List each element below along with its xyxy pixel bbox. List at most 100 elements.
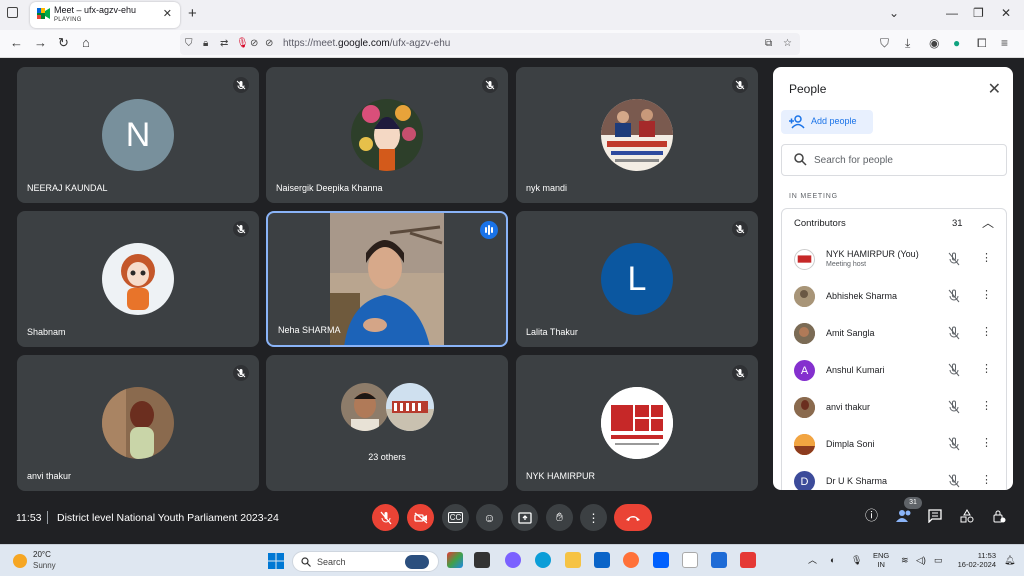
anydesk-icon[interactable] (740, 552, 756, 568)
tab-close-icon[interactable]: ✕ (163, 7, 172, 20)
teams-chat-icon[interactable] (505, 552, 521, 568)
battery-icon[interactable]: ▭ (934, 555, 943, 565)
edge-icon[interactable] (535, 552, 551, 568)
media-blocked-icon[interactable]: ⊘ (265, 38, 273, 49)
weather-condition[interactable]: Sunny (33, 561, 56, 570)
participant-tile[interactable]: nyk mandi (516, 67, 758, 203)
taskbar-search[interactable]: Search (292, 551, 439, 572)
forward-icon[interactable]: → (34, 36, 47, 50)
task-view-icon[interactable] (474, 552, 490, 568)
bookmark-star-icon[interactable]: ☆ (783, 38, 792, 49)
camera-toggle-button[interactable] (407, 504, 434, 531)
home-icon[interactable]: ⌂ (82, 36, 90, 50)
tray-overflow-icon[interactable]: ︿ (808, 555, 817, 565)
pocket-icon[interactable]: ⛉ (880, 37, 889, 49)
lock-icon[interactable]: 🔒︎ (203, 38, 208, 49)
back-icon[interactable]: ← (10, 36, 23, 50)
dropbox-icon[interactable] (653, 552, 669, 568)
camera-blocked-icon[interactable]: ⊘ (250, 38, 258, 49)
add-people-button[interactable]: Add people (781, 110, 873, 134)
participant-row[interactable]: D Dr U K Sharma ⋮ (782, 463, 1006, 490)
menu-icon[interactable]: ≡ (1001, 37, 1008, 49)
security-shield-icon[interactable] (711, 552, 727, 568)
participant-row[interactable]: NYK HAMIRPUR (You) Meeting host ⋮ (782, 241, 1006, 278)
participant-row[interactable]: anvi thakur ⋮ (782, 389, 1006, 426)
file-explorer-icon[interactable] (565, 552, 581, 568)
amazon-icon[interactable] (682, 552, 698, 568)
copilot-icon[interactable] (447, 552, 463, 568)
weather-temperature[interactable]: 20°C (33, 550, 51, 559)
participant-tile[interactable]: anvi thakur (17, 355, 259, 491)
picture-in-picture-icon[interactable]: ⧉ (765, 38, 772, 49)
search-people-input[interactable]: Search for people (781, 144, 1007, 176)
more-options-icon[interactable]: ⋮ (981, 325, 992, 338)
browser-tab-meet[interactable]: Meet – ufx-agzv-ehu PLAYING ✕ (30, 2, 180, 28)
present-button[interactable] (511, 504, 538, 531)
participant-tile[interactable]: Naisergik Deepika Khanna (266, 67, 508, 203)
muted-mic-icon[interactable] (948, 400, 960, 414)
muted-mic-icon[interactable] (948, 474, 960, 488)
participant-tile[interactable]: NYK HAMIRPUR (516, 355, 758, 491)
participant-tile-active-speaker[interactable]: Neha SHARMA (266, 211, 508, 347)
participant-tile[interactable]: L Lalita Thakur (516, 211, 758, 347)
more-options-icon[interactable]: ⋮ (981, 288, 992, 301)
wifi-icon[interactable]: ≋ (901, 555, 909, 565)
account-icon[interactable]: ◉ (929, 37, 939, 49)
microphone-tray-icon[interactable]: 🎙︎ (851, 555, 862, 565)
restore-icon[interactable]: ❐ (973, 6, 984, 20)
windows-start-icon[interactable] (268, 553, 284, 569)
shield-icon[interactable]: ⛉ (185, 38, 193, 49)
captions-button[interactable]: CC (442, 504, 469, 531)
tab-list-icon[interactable] (7, 7, 18, 18)
more-options-button[interactable]: ⋮ (580, 504, 607, 531)
more-options-icon[interactable]: ⋮ (981, 473, 992, 486)
raise-hand-button[interactable]: ✋︎ (546, 504, 573, 531)
firefox-icon[interactable] (623, 552, 639, 568)
participant-tile[interactable]: Shabnam (17, 211, 259, 347)
participant-row[interactable]: Amit Sangla ⋮ (782, 315, 1006, 352)
more-options-icon[interactable]: ⋮ (981, 251, 992, 264)
new-tab-icon[interactable]: + (188, 5, 197, 22)
downloads-icon[interactable]: ⤓ (905, 37, 910, 49)
others-tile[interactable]: 23 others (266, 355, 508, 491)
more-options-icon[interactable]: ⋮ (981, 362, 992, 375)
language-indicator[interactable]: ENG IN (873, 551, 889, 569)
reactions-button[interactable]: ☺ (476, 504, 503, 531)
more-options-icon[interactable]: ⋮ (981, 436, 992, 449)
muted-mic-icon[interactable] (948, 326, 960, 340)
copilot-tray-icon[interactable]: ◐ (830, 555, 835, 565)
permissions-icon[interactable]: ⇄ (220, 38, 228, 49)
people-icon[interactable] (896, 509, 912, 526)
reload-icon[interactable]: ↻ (58, 36, 69, 50)
address-bar[interactable]: ⛉ 🔒︎ ⇄ 🎙︎ ⊘ ⊘ https://meet.google.com/uf… (180, 33, 800, 55)
participant-tile[interactable]: N NEERAJ KAUNDAL (17, 67, 259, 203)
close-window-icon[interactable]: ✕ (1001, 6, 1011, 20)
muted-mic-icon[interactable] (948, 289, 960, 303)
participant-row[interactable]: A Anshul Kumari ⋮ (782, 352, 1006, 389)
notifications-icon[interactable]: 🔔︎ (1004, 555, 1015, 565)
volume-icon[interactable]: ◁) (916, 555, 926, 565)
participant-row[interactable]: Abhishek Sharma ⋮ (782, 278, 1006, 315)
extensions-icon[interactable]: ⧠ (977, 37, 987, 49)
url-text[interactable]: https://meet.google.com/ufx-agzv-ehu (283, 38, 450, 49)
sun-weather-icon[interactable] (13, 554, 27, 568)
activities-icon[interactable] (960, 509, 974, 526)
tab-overflow-icon[interactable]: ⌄ (889, 6, 899, 20)
minimize-icon[interactable]: — (946, 6, 958, 20)
muted-mic-icon[interactable] (948, 437, 960, 451)
chevron-up-icon[interactable]: ︿ (982, 214, 994, 231)
system-clock[interactable]: 11:53 16-02-2024 (954, 551, 996, 569)
mic-toggle-button[interactable] (372, 504, 399, 531)
muted-mic-icon[interactable] (948, 252, 960, 266)
chat-icon[interactable] (928, 509, 942, 526)
extension-a-icon[interactable]: ● (953, 37, 960, 49)
host-controls-icon[interactable] (992, 509, 1006, 526)
meeting-info-icon[interactable]: ⓘ (865, 509, 878, 523)
participant-row[interactable]: Dimpla Soni ⋮ (782, 426, 1006, 463)
leave-call-button[interactable] (614, 504, 652, 531)
close-icon[interactable]: ✕ (988, 79, 1001, 99)
mail-icon[interactable] (594, 552, 610, 568)
muted-mic-icon[interactable] (948, 363, 960, 377)
more-options-icon[interactable]: ⋮ (981, 399, 992, 412)
microphone-active-icon[interactable]: 🎙︎ (236, 38, 249, 49)
